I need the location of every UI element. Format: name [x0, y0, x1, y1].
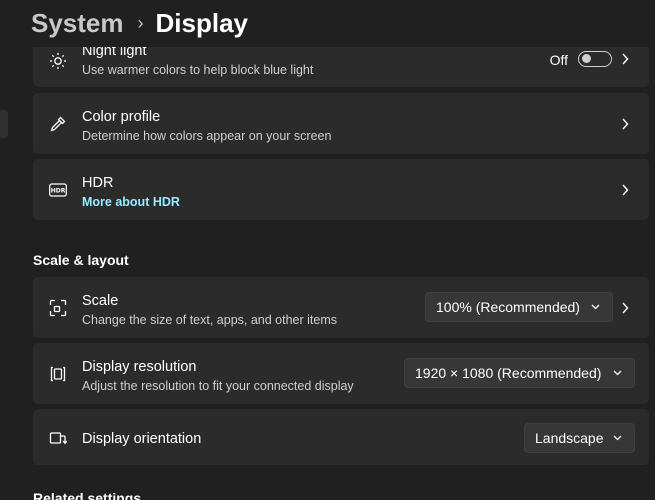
hdr-card[interactable]: HDR HDR More about HDR: [33, 159, 649, 220]
night-light-description: Use warmer colors to help block blue lig…: [82, 63, 314, 77]
page-title: Display: [155, 8, 249, 38]
related-settings-section-title: Related settings: [33, 490, 142, 500]
settings-page: System › Display Night light Use warmer …: [0, 0, 655, 500]
scale-layout-section-title: Scale & layout: [33, 252, 129, 268]
chevron-right-icon: [619, 118, 631, 130]
hdr-title: HDR: [82, 175, 114, 191]
display-orientation-dropdown-value: Landscape: [535, 430, 604, 446]
sun-icon: [48, 51, 68, 71]
resolution-icon: [48, 364, 68, 384]
display-resolution-description: Adjust the resolution to fit your connec…: [82, 379, 354, 393]
scale-icon: [48, 298, 68, 318]
night-light-toggle-label: Off: [549, 52, 568, 68]
nav-pane-edge: [0, 110, 8, 138]
svg-text:HDR: HDR: [51, 188, 66, 195]
display-resolution-dropdown-value: 1920 × 1080 (Recommended): [415, 365, 602, 381]
scale-description: Change the size of text, apps, and other…: [82, 313, 338, 327]
color-profile-description: Determine how colors appear on your scre…: [82, 129, 332, 143]
chevron-down-icon: [590, 303, 600, 311]
scale-card[interactable]: Scale Change the size of text, apps, and…: [33, 277, 649, 338]
hdr-icon: HDR: [48, 180, 68, 200]
chevron-right-icon: [619, 184, 631, 196]
display-orientation-dropdown[interactable]: Landscape: [524, 423, 635, 453]
breadcrumb-system[interactable]: System: [31, 8, 124, 39]
color-profile-card[interactable]: Color profile Determine how colors appea…: [33, 93, 649, 154]
color-profile-title: Color profile: [82, 109, 161, 125]
display-orientation-title: Display orientation: [82, 431, 202, 447]
chevron-right-icon: [619, 302, 631, 314]
scale-dropdown[interactable]: 100% (Recommended): [425, 292, 613, 322]
night-light-toggle[interactable]: [578, 51, 612, 67]
chevron-right-icon: [619, 53, 631, 65]
scale-title: Scale: [82, 293, 119, 309]
display-resolution-title: Display resolution: [82, 359, 197, 375]
breadcrumb-separator-icon: ›: [137, 13, 144, 33]
display-resolution-dropdown[interactable]: 1920 × 1080 (Recommended): [404, 358, 635, 388]
orientation-icon: [48, 428, 68, 448]
display-orientation-card[interactable]: Display orientation Landscape: [33, 409, 649, 465]
toggle-knob: [582, 54, 591, 63]
hdr-more-link[interactable]: More about HDR: [82, 195, 180, 209]
breadcrumb: System › Display: [0, 0, 655, 47]
display-resolution-card[interactable]: Display resolution Adjust the resolution…: [33, 343, 649, 404]
chevron-down-icon: [612, 369, 622, 377]
eyedropper-icon: [48, 114, 68, 134]
scale-dropdown-value: 100% (Recommended): [436, 299, 580, 315]
chevron-down-icon: [612, 434, 622, 442]
